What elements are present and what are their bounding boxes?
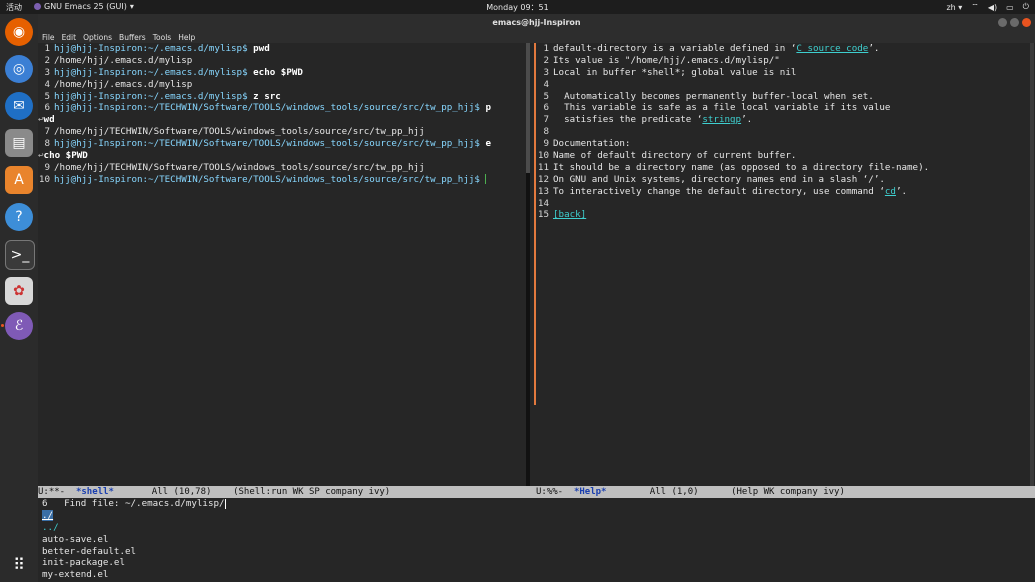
shell-line-continued: ↩cho $PWD [38,150,88,162]
network-icon[interactable]: ⌔ [971,2,979,12]
find-file-prompt[interactable]: 6 Find file: ~/.emacs.d/mylisp/ [38,498,1035,510]
candidate-item[interactable]: better-default.el [38,546,1035,558]
help-line: 14 [537,197,549,209]
help-mode-line[interactable]: U:%%- *Help* All (1,0) (Help WK company … [536,486,1035,498]
help-icon[interactable]: ? [5,203,33,231]
candidate-item[interactable]: my-extend.el [38,569,1035,581]
menu-file[interactable]: File [42,33,55,42]
menu-buffers[interactable]: Buffers [119,33,146,42]
help-scrollbar-thumb[interactable] [1030,43,1034,486]
candidate-item[interactable]: ../ [38,522,1035,534]
battery-icon[interactable]: ▭ [1006,3,1014,12]
shell-line: 2/home/hjj/.emacs.d/mylisp [44,54,193,66]
dock: ◉ ◎ ✉ ▤ A ? >_ ✿ ℰ ⠿ [0,14,38,582]
shell-line: 4/home/hjj/.emacs.d/mylisp [44,78,193,90]
help-line: 1 default-directory is a variable defined… [543,43,880,54]
menu-bar: File Edit Options Buffers Tools Help [38,31,1035,43]
shell-buffer[interactable]: 1 hjj@hjj-Inspiron:~/.emacs.d/mylisp$ pwd… [38,43,525,486]
chromium-icon[interactable]: ◎ [5,55,33,83]
menu-edit[interactable]: Edit [62,33,77,42]
shell-line: 6 hjj@hjj-Inspiron:~/TECHWIN/Software/TOO… [44,102,491,114]
candidate-selected[interactable]: ./ [38,509,1035,522]
help-line: 2 Its value is "/home/hjj/.emacs.d/mylisp… [543,54,780,66]
volume-icon[interactable]: ◀) [988,3,997,12]
input-method[interactable]: zh ▾ [946,3,962,12]
link-c-source-code[interactable]: C source code [796,43,868,54]
shell-line: 7/home/hjj/TECHWIN/Software/TOOLS/window… [44,126,425,138]
power-icon[interactable]: ⏻ [1023,2,1029,12]
help-buffer[interactable]: 1 default-directory is a variable defined… [537,43,1029,486]
input-method-label: zh [946,2,956,12]
shell-buffer-name: *shell* [75,487,114,497]
help-line: 15 [back] [537,209,587,221]
menu-tools[interactable]: Tools [153,33,171,42]
prompt-text: Find file: ~/.emacs.d/mylisp/ [47,498,225,509]
text-cursor [224,498,226,509]
help-line: 6 This variable is safe as a file local … [543,102,891,114]
text-cursor [485,174,487,185]
help-line: 10 Name of default directory of current b… [537,150,797,162]
help-line: 9 Documentation: [543,138,631,150]
files-icon[interactable]: ▤ [5,129,33,157]
help-line: 5 Automatically becomes permanently buff… [543,90,874,102]
close-button[interactable] [1022,18,1031,27]
shell-line: 8 hjj@hjj-Inspiron:~/TECHWIN/Software/TOO… [44,138,491,150]
help-line: 12 On GNU and Unix systems, directory nam… [537,173,885,185]
paint-icon[interactable]: ✿ [5,277,33,305]
window-divider [534,43,536,405]
back-link[interactable]: [back] [553,209,586,220]
help-line: 7 satisfies the predicate ‘stringp’. [543,114,753,126]
link-cd[interactable]: cd [885,186,896,197]
shell-line-continued: ↩wd [38,114,55,126]
emacs-icon[interactable]: ℰ [5,312,33,340]
help-line: 3 Local in buffer *shell*; global value i… [543,66,797,78]
clock[interactable]: Monday 09：51 [0,2,1035,13]
thunderbird-icon[interactable]: ✉ [5,92,33,120]
help-line: 4 [543,78,549,90]
shell-line: 3 hjj@hjj-Inspiron:~/.emacs.d/mylisp$ ech… [44,66,303,78]
minibuffer[interactable]: 6 Find file: ~/.emacs.d/mylisp/ ./ ../ a… [38,498,1035,582]
maximize-button[interactable] [1010,18,1019,27]
shell-mode-line[interactable]: U:**- *shell* All (10,78) (Shell:run WK … [38,486,536,498]
minimize-button[interactable] [998,18,1007,27]
shell-line: 5 hjj@hjj-Inspiron:~/.emacs.d/mylisp$ z s… [44,90,281,102]
menu-help[interactable]: Help [178,33,195,42]
software-center-icon[interactable]: A [5,166,33,194]
top-bar: 活动 GNU Emacs 25 (GUI) ▾ Monday 09：51 zh … [0,0,1035,14]
menu-options[interactable]: Options [83,33,112,42]
firefox-icon[interactable]: ◉ [5,18,33,46]
help-line: 8 [543,126,549,138]
window-controls [998,18,1031,27]
help-line: 11 It should be a directory name (as oppo… [537,161,930,173]
shell-scrollbar-thumb[interactable] [526,43,530,173]
window-title: emacs@hjj-Inspiron [492,18,581,27]
emacs-window: emacs@hjj-Inspiron File Edit Options Buf… [38,14,1035,582]
window-titlebar[interactable]: emacs@hjj-Inspiron [38,14,1035,31]
system-tray[interactable]: zh ▾ ⌔ ◀) ▭ ⏻ [946,2,1029,12]
shell-line: 9/home/hjj/TECHWIN/Software/TOOLS/window… [44,161,425,173]
help-buffer-name: *Help* [573,487,607,497]
shell-line: 10 hjj@hjj-Inspiron:~/TECHWIN/Software/TO… [38,174,525,186]
show-apps-icon[interactable]: ⠿ [5,550,33,578]
active-indicator [1,324,4,327]
candidate-item[interactable]: init-package.el [38,557,1035,569]
candidate-item[interactable]: auto-save.el [38,534,1035,546]
shell-line: 1 hjj@hjj-Inspiron:~/.emacs.d/mylisp$ pwd [44,43,270,54]
terminal-icon[interactable]: >_ [5,240,35,270]
link-stringp[interactable]: stringp [702,114,741,125]
help-line: 13 To interactively change the default di… [537,185,908,197]
